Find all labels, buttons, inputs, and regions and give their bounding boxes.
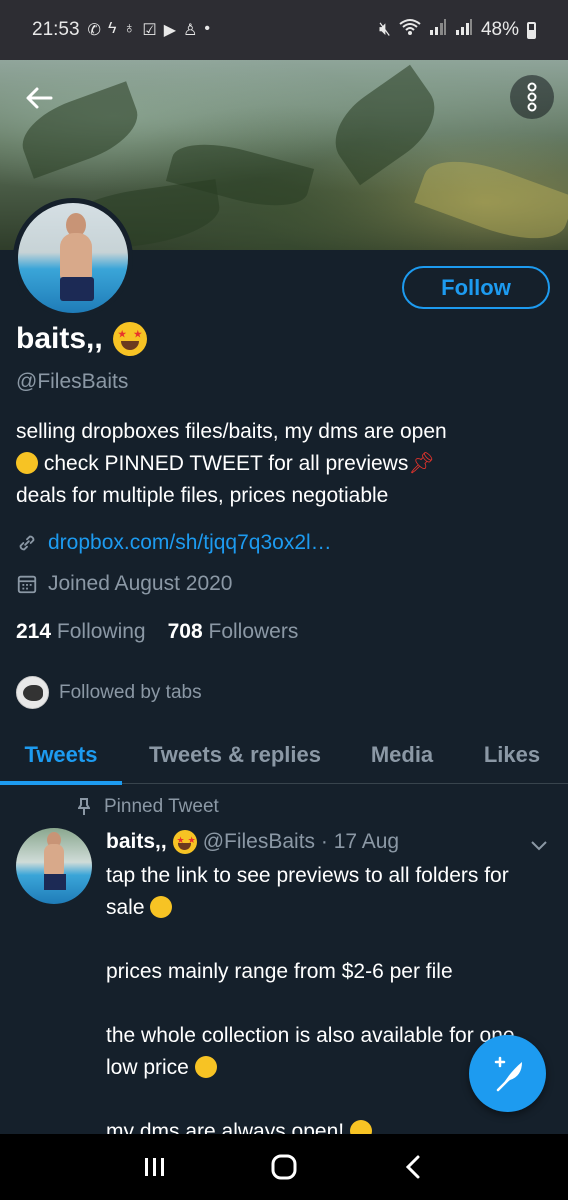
home-icon <box>271 1154 297 1180</box>
pinned-tweet-label: Pinned Tweet <box>78 796 219 818</box>
bio-line: deals for multiple files, prices negotia… <box>16 484 389 507</box>
follow-button[interactable]: Follow <box>402 266 550 309</box>
tweet-text-part: the whole collection is also available f… <box>106 1024 515 1079</box>
tweet-author-name[interactable]: baits,, <box>106 830 167 854</box>
tweet-text: tap the link to see previews to all fold… <box>106 860 546 1148</box>
tab-tweets-replies[interactable]: Tweets & replies <box>122 726 348 784</box>
followers-count[interactable]: 708 Followers <box>168 620 299 644</box>
tweet-avatar[interactable] <box>16 828 92 904</box>
bio-line: check PINNED TWEET for all previews <box>43 452 409 475</box>
compose-tweet-button[interactable] <box>469 1035 546 1112</box>
followed-by[interactable]: Followed by tabs <box>16 676 202 709</box>
tweet-header: baits,, ★ ★ @FilesBaits · 17 Aug <box>106 830 399 854</box>
profile-link[interactable]: dropbox.com/sh/tjqq7q3ox2l… <box>16 531 332 555</box>
recent-apps-button[interactable] <box>130 1142 180 1192</box>
relieved-emoji <box>16 452 38 474</box>
youtube-icon: ▶ <box>163 22 177 39</box>
signal-icon <box>455 18 473 42</box>
notification-icons: ✆ ϟ ♁ ☑ ▶ ♙ • <box>88 20 210 40</box>
tweet-text-part: prices mainly range from $2-6 per file <box>106 960 453 983</box>
tweet-handle-date: @FilesBaits · 17 Aug <box>202 830 400 853</box>
battery-icon <box>527 21 536 39</box>
follow-counts: 214 Following 708 Followers <box>16 620 298 644</box>
back-chevron-icon <box>406 1155 420 1179</box>
following-count[interactable]: 214 Following <box>16 620 146 644</box>
pin-icon <box>78 798 90 815</box>
profile-bio: selling dropboxes files/baits, my dms ar… <box>16 416 546 512</box>
back-button[interactable] <box>14 78 64 118</box>
signal-icon <box>429 18 447 42</box>
banner-foliage <box>414 146 568 250</box>
chevron-down-icon[interactable] <box>528 834 550 856</box>
pushpin-emoji: 📌︎ <box>408 452 436 475</box>
link-icon <box>19 535 35 551</box>
profile-handle: @FilesBaits <box>16 370 129 393</box>
profile-name: baits,, ★ ★ <box>16 322 147 356</box>
tab-media[interactable]: Media <box>348 726 456 784</box>
followed-by-text: Followed by tabs <box>59 681 202 703</box>
status-bar: 21:53 ✆ ϟ ♁ ☑ ▶ ♙ • 🔇︎ 48% <box>0 0 568 60</box>
battery-percent: 48% <box>480 19 519 40</box>
pinned-tweet-text: Pinned Tweet <box>104 796 219 817</box>
recent-apps-icon <box>144 1158 164 1176</box>
joined-text: Joined August 2020 <box>48 572 233 595</box>
wifi-icon <box>399 18 421 42</box>
bolt-icon: ϟ <box>107 20 117 37</box>
status-time: 21:53 <box>32 19 80 40</box>
playstation-icon: ♁ <box>123 20 136 37</box>
profile-avatar[interactable] <box>13 198 133 318</box>
profile-name-text: baits,, <box>16 322 103 355</box>
bio-line: selling dropboxes files/baits, my dms ar… <box>16 420 447 443</box>
star-struck-emoji: ★ ★ <box>112 322 147 356</box>
relieved-emoji <box>150 896 173 918</box>
feather-plus-icon <box>494 1056 522 1091</box>
calendar-icon <box>17 575 37 594</box>
arrow-left-icon <box>26 87 53 109</box>
check-box-icon: ☑ <box>142 22 157 39</box>
whatsapp-icon: ✆ <box>87 22 101 39</box>
home-button[interactable] <box>259 1142 309 1192</box>
profile-link-text[interactable]: dropbox.com/sh/tjqq7q3ox2l… <box>48 531 332 555</box>
tab-likes[interactable]: Likes <box>456 726 568 784</box>
star-struck-emoji <box>194 1056 217 1078</box>
person-icon: ♙ <box>183 22 198 39</box>
dot-icon: • <box>204 20 211 37</box>
tab-tweets[interactable]: Tweets <box>0 726 122 785</box>
mute-icon: 🔇︎ <box>378 19 391 40</box>
system-navigation-bar <box>0 1134 568 1200</box>
star-struck-emoji: ★ ★ <box>172 830 197 854</box>
more-options-button[interactable] <box>510 75 554 119</box>
profile-tabs: Tweets Tweets & replies Media Likes <box>0 726 568 785</box>
profile-joined: Joined August 2020 <box>16 572 233 596</box>
more-vertical-icon <box>527 82 537 112</box>
system-back-button[interactable] <box>388 1142 438 1192</box>
follower-avatar <box>16 676 49 709</box>
